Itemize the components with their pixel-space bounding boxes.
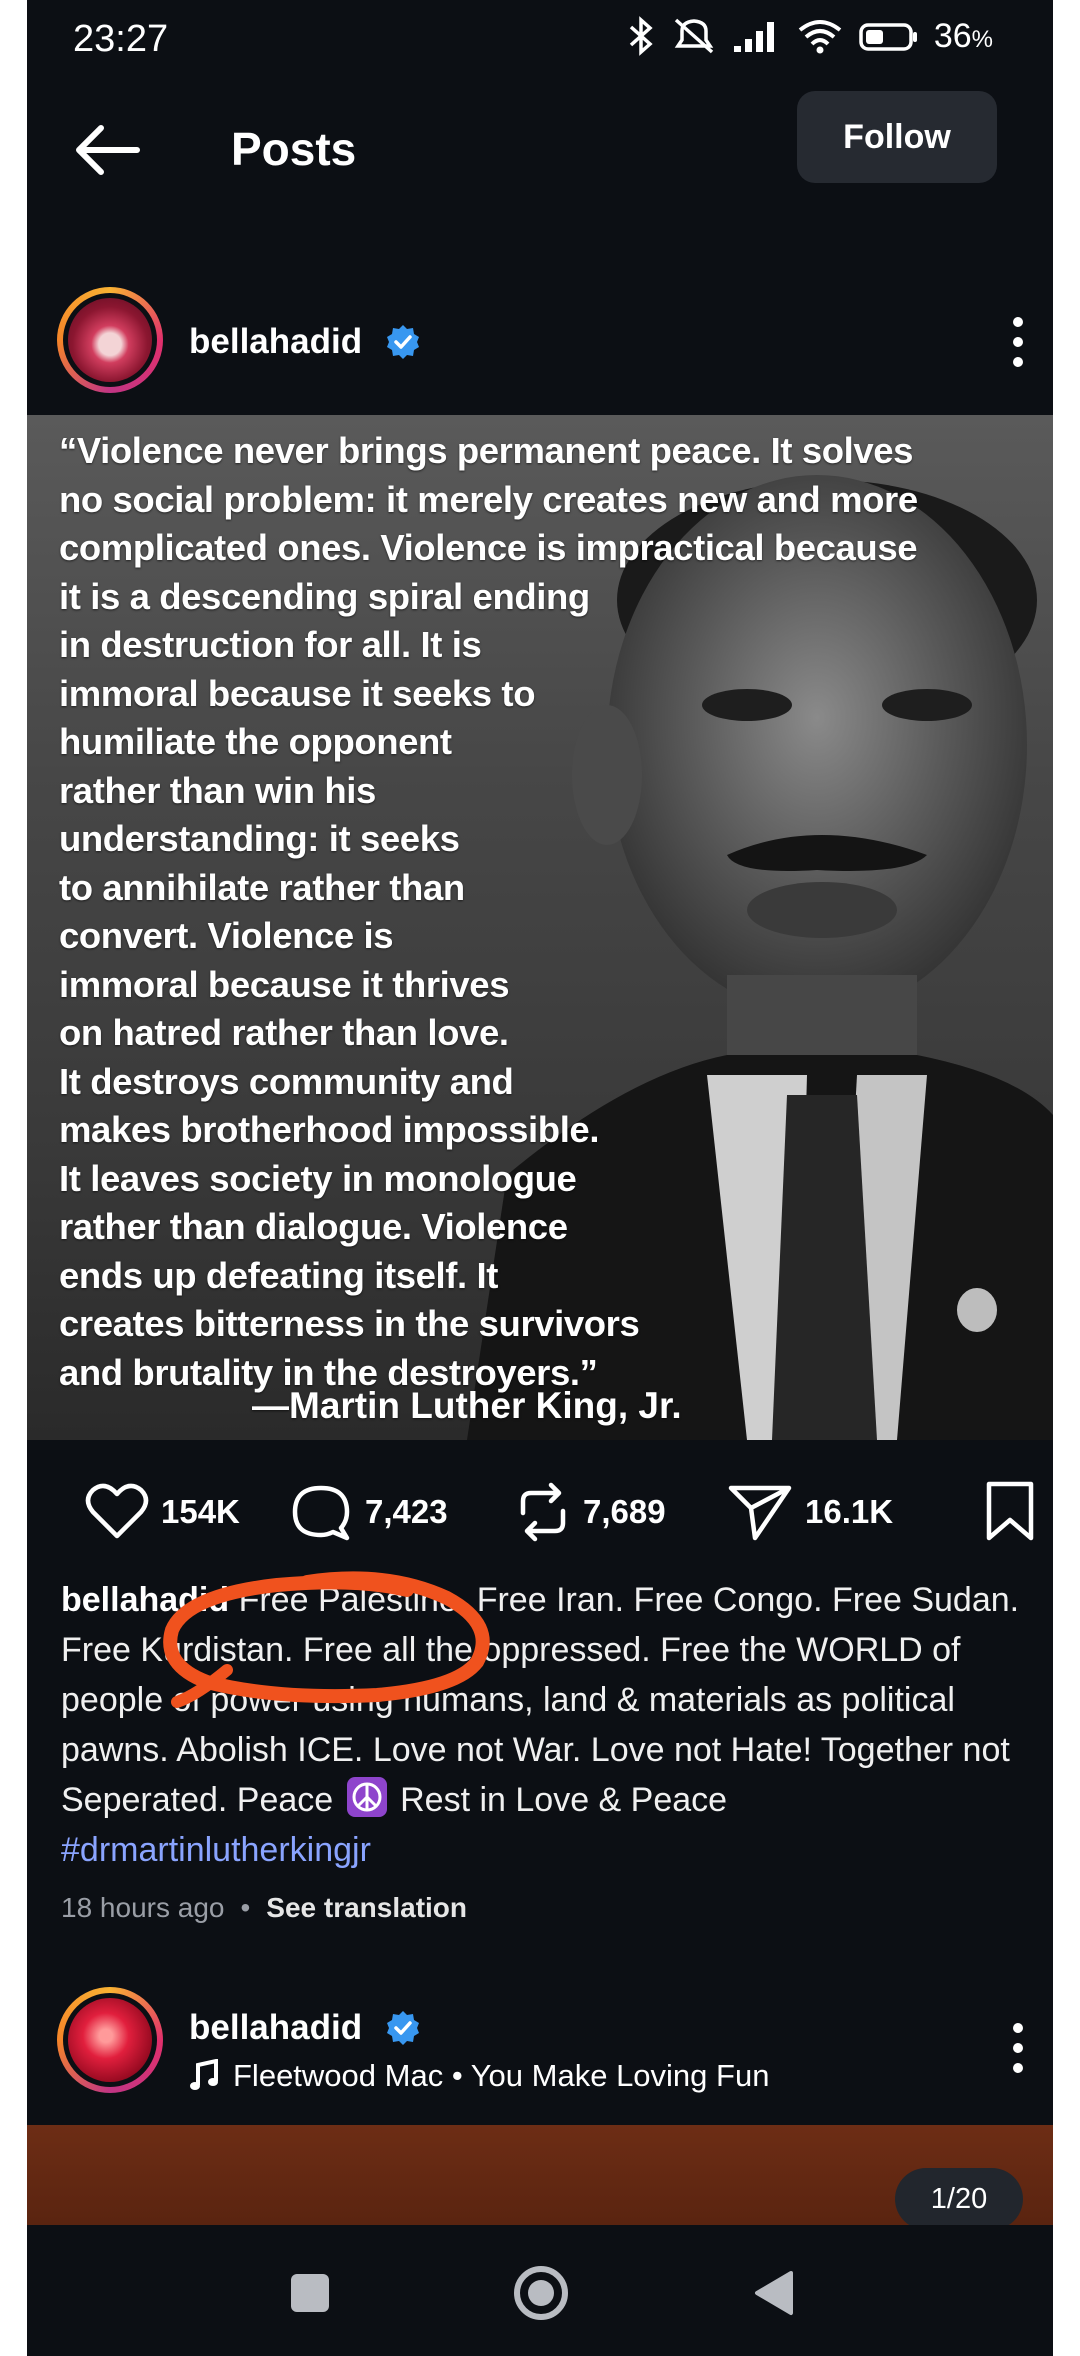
caption-tail: Rest in Love & Peace xyxy=(400,1781,728,1819)
page-title: Posts xyxy=(231,123,357,175)
share-count: 16.1K xyxy=(805,1493,894,1530)
more-options-icon[interactable] xyxy=(1003,2018,1033,2078)
avatar[interactable] xyxy=(57,1987,163,2093)
back-button[interactable] xyxy=(743,2263,803,2323)
like-count: 154K xyxy=(161,1493,240,1530)
share-button[interactable]: 16.1K xyxy=(727,1472,893,1552)
battery-icon xyxy=(859,23,917,51)
status-bar: 23:27 36% xyxy=(27,0,1053,80)
meta-separator: • xyxy=(240,1892,251,1923)
back-triangle-icon xyxy=(755,2271,793,2315)
mute-icon xyxy=(674,18,714,54)
post-timestamp: 18 hours ago xyxy=(61,1892,225,1923)
post-meta: 18 hours ago • See translation xyxy=(61,1892,467,1924)
home-circle-icon xyxy=(514,2266,568,2320)
carousel-counter: 1/20 xyxy=(895,2168,1023,2230)
music-attribution[interactable]: Fleetwood Mac • You Make Loving Fun xyxy=(189,2058,769,2094)
bookmark-icon[interactable] xyxy=(985,1480,1035,1544)
status-time: 23:27 xyxy=(73,18,169,60)
caption-username[interactable]: bellahadid xyxy=(61,1581,229,1619)
post-username[interactable]: bellahadid xyxy=(189,322,362,362)
post-caption: bellahadid Free Palestine. Free Iran. Fr… xyxy=(61,1575,1031,1875)
wifi-icon xyxy=(798,20,842,54)
heart-icon xyxy=(85,1483,149,1539)
comment-count: 7,423 xyxy=(365,1493,448,1530)
signal-icon xyxy=(733,22,774,52)
post-actions: 154K 7,423 7,689 16.1K xyxy=(61,1472,1041,1552)
send-icon xyxy=(728,1485,792,1541)
status-icons: 36% xyxy=(626,16,993,56)
see-translation-link[interactable]: See translation xyxy=(266,1892,467,1924)
avatar[interactable] xyxy=(57,287,163,393)
repost-button[interactable]: 7,689 xyxy=(515,1472,666,1552)
bluetooth-icon xyxy=(629,16,653,56)
back-arrow-icon[interactable] xyxy=(71,120,143,180)
comment-icon xyxy=(292,1485,350,1541)
more-options-icon[interactable] xyxy=(1003,312,1033,372)
image-attribution: —Martin Luther King, Jr. xyxy=(252,1385,682,1426)
post-image[interactable]: “Violence never brings permanent peace. … xyxy=(27,415,1053,1440)
battery-percent: 36% xyxy=(933,16,993,55)
next-post-username[interactable]: bellahadid xyxy=(189,2008,362,2048)
like-button[interactable]: 154K xyxy=(85,1472,240,1552)
square-icon xyxy=(291,2274,329,2312)
music-track: Fleetwood Mac • You Make Loving Fun xyxy=(233,2058,770,2093)
verified-badge-icon xyxy=(387,325,419,359)
repost-icon xyxy=(520,1482,566,1542)
hashtag-link[interactable]: #drmartinlutherkingjr xyxy=(61,1831,371,1869)
verified-badge-icon xyxy=(387,2011,419,2045)
home-button[interactable] xyxy=(511,2263,571,2323)
phone-screen: 23:27 36% Posts Follow bellahadid “Viole… xyxy=(27,0,1053,2356)
repost-count: 7,689 xyxy=(583,1493,666,1530)
comment-button[interactable]: 7,423 xyxy=(289,1472,448,1552)
image-quote-text: “Violence never brings permanent peace. … xyxy=(59,430,918,1393)
system-nav-bar xyxy=(27,2225,1053,2356)
music-note-icon xyxy=(190,2059,218,2090)
peace-emoji-icon xyxy=(346,1777,387,1817)
recents-button[interactable] xyxy=(280,2263,340,2323)
follow-button[interactable]: Follow xyxy=(797,91,997,183)
